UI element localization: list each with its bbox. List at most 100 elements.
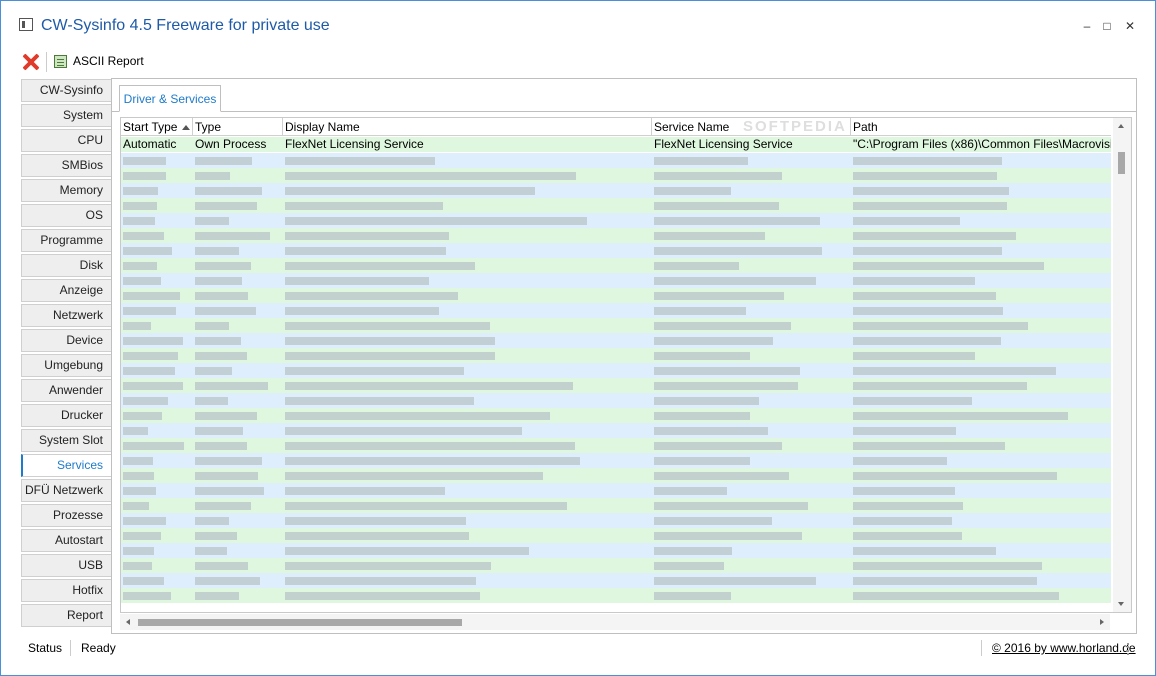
table-row[interactable] — [121, 438, 1111, 453]
obscured-cell — [853, 352, 975, 360]
table-row[interactable] — [121, 303, 1111, 318]
exit-icon[interactable] — [22, 53, 40, 71]
table-row[interactable] — [121, 588, 1111, 603]
obscured-cell — [654, 217, 820, 225]
sidebar-item-system[interactable]: System — [21, 104, 111, 127]
obscured-cell — [853, 487, 955, 495]
table-row[interactable] — [121, 198, 1111, 213]
obscured-cell — [853, 532, 962, 540]
cell-start-type: Automatic — [123, 137, 177, 151]
table-row[interactable] — [121, 273, 1111, 288]
table-row[interactable] — [121, 333, 1111, 348]
close-button[interactable]: ✕ — [1122, 18, 1138, 34]
table-row[interactable] — [121, 483, 1111, 498]
sidebar-item-umgebung[interactable]: Umgebung — [21, 354, 111, 377]
report-icon[interactable] — [54, 55, 67, 68]
obscured-cell — [654, 487, 727, 495]
table-row[interactable] — [121, 543, 1111, 558]
scroll-down-icon[interactable] — [1118, 602, 1124, 606]
sidebar-item-autostart[interactable]: Autostart — [21, 529, 111, 552]
vertical-scroll-thumb[interactable] — [1118, 152, 1125, 174]
obscured-cell — [285, 247, 446, 255]
scroll-right-icon[interactable] — [1100, 619, 1104, 625]
column-header-type[interactable]: Type — [193, 118, 283, 136]
sidebar-item-smbios[interactable]: SMBios — [21, 154, 111, 177]
ascii-report-button[interactable]: ASCII Report — [73, 54, 144, 68]
table-row[interactable] — [121, 183, 1111, 198]
column-header-start-type[interactable]: Start Type — [121, 118, 193, 136]
obscured-cell — [195, 187, 262, 195]
sidebar-item-cpu[interactable]: CPU — [21, 129, 111, 152]
sidebar-item-report[interactable]: Report — [21, 604, 111, 627]
obscured-cell — [195, 322, 229, 330]
obscured-cell — [285, 532, 469, 540]
minimize-button[interactable]: – — [1079, 18, 1095, 34]
scroll-left-icon[interactable] — [126, 619, 130, 625]
horizontal-scroll-thumb[interactable] — [138, 619, 462, 626]
horizontal-scrollbar[interactable] — [120, 614, 1110, 630]
sidebar-item-memory[interactable]: Memory — [21, 179, 111, 202]
table-row[interactable] — [121, 423, 1111, 438]
status-separator — [981, 640, 982, 656]
table-row[interactable] — [121, 153, 1111, 168]
table-row[interactable] — [121, 168, 1111, 183]
obscured-cell — [123, 157, 166, 165]
obscured-cell — [853, 247, 1002, 255]
copyright-link[interactable]: © 2016 by www.horland.de — [992, 641, 1136, 655]
table-row[interactable] — [121, 378, 1111, 393]
column-header-path[interactable]: Path — [851, 118, 1111, 136]
sidebar-item-disk[interactable]: Disk — [21, 254, 111, 277]
obscured-cell — [195, 202, 257, 210]
table-row[interactable]: Automatic Own Process FlexNet Licensing … — [121, 137, 1111, 152]
obscured-cell — [654, 502, 808, 510]
sidebar-item-drucker[interactable]: Drucker — [21, 404, 111, 427]
table-row[interactable] — [121, 468, 1111, 483]
scroll-up-icon[interactable] — [1118, 124, 1124, 128]
sidebar-item-programme[interactable]: Programme — [21, 229, 111, 252]
table-row[interactable] — [121, 228, 1111, 243]
obscured-cell — [853, 262, 1044, 270]
table-row[interactable] — [121, 498, 1111, 513]
obscured-cell — [853, 172, 997, 180]
table-row[interactable] — [121, 453, 1111, 468]
sidebar-item-usb[interactable]: USB — [21, 554, 111, 577]
obscured-cell — [285, 517, 466, 525]
obscured-cell — [853, 292, 996, 300]
sidebar-item-anwender[interactable]: Anwender — [21, 379, 111, 402]
table-row[interactable] — [121, 258, 1111, 273]
obscured-cell — [285, 427, 522, 435]
table-row[interactable] — [121, 288, 1111, 303]
obscured-cell — [285, 562, 491, 570]
sidebar-item-netzwerk[interactable]: Netzwerk — [21, 304, 111, 327]
table-row[interactable] — [121, 318, 1111, 333]
sidebar-item-services[interactable]: Services — [21, 454, 111, 477]
sidebar-item-device[interactable]: Device — [21, 329, 111, 352]
sidebar-item-hotfix[interactable]: Hotfix — [21, 579, 111, 602]
sidebar-item-anzeige[interactable]: Anzeige — [21, 279, 111, 302]
sidebar-item-system-slot[interactable]: System Slot — [21, 429, 111, 452]
sidebar-item-prozesse[interactable]: Prozesse — [21, 504, 111, 527]
sidebar-item-cw-sysinfo[interactable]: CW-Sysinfo — [21, 79, 111, 102]
table-row[interactable] — [121, 348, 1111, 363]
obscured-cell — [195, 487, 264, 495]
table-row[interactable] — [121, 243, 1111, 258]
window-title: CW-Sysinfo 4.5 Freeware for private use — [41, 17, 330, 34]
obscured-cell — [654, 397, 759, 405]
obscured-cell — [285, 592, 480, 600]
table-row[interactable] — [121, 393, 1111, 408]
obscured-cell — [285, 577, 476, 585]
resize-grip-icon[interactable] — [1127, 643, 1133, 655]
tab-driver-services[interactable]: Driver & Services — [119, 85, 221, 112]
table-row[interactable] — [121, 513, 1111, 528]
table-row[interactable] — [121, 558, 1111, 573]
table-row[interactable] — [121, 363, 1111, 378]
table-row[interactable] — [121, 213, 1111, 228]
table-row[interactable] — [121, 408, 1111, 423]
table-row[interactable] — [121, 528, 1111, 543]
sidebar-item-df-netzwerk[interactable]: DFÜ Netzwerk — [21, 479, 111, 502]
maximize-button[interactable]: □ — [1099, 18, 1115, 34]
table-row[interactable] — [121, 573, 1111, 588]
column-header-display-name[interactable]: Display Name — [283, 118, 652, 136]
vertical-scrollbar[interactable] — [1113, 118, 1131, 612]
sidebar-item-os[interactable]: OS — [21, 204, 111, 227]
